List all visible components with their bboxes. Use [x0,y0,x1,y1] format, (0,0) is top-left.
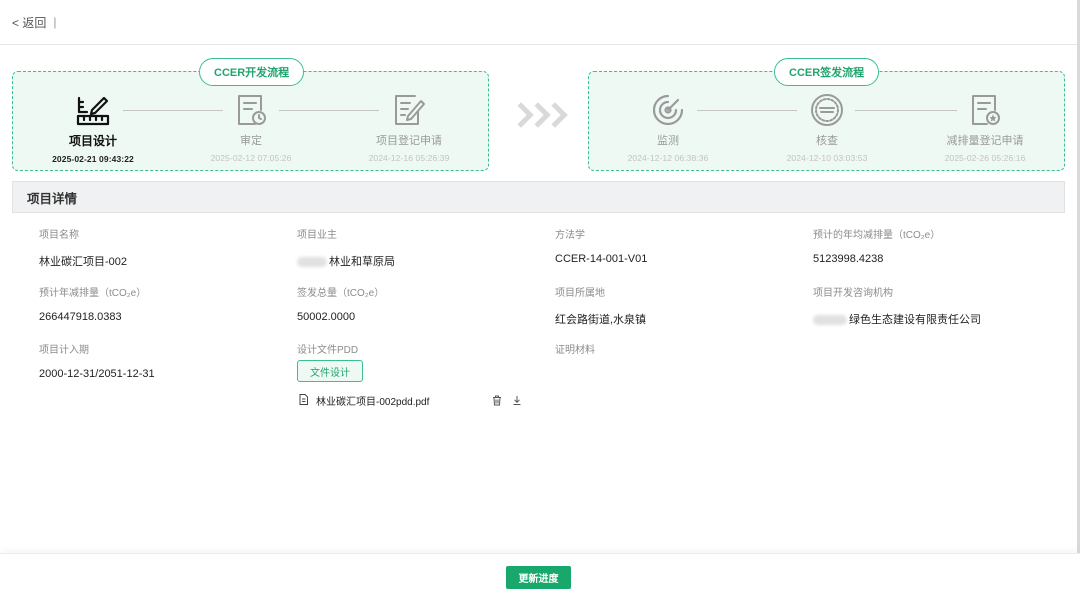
step-name: 核查 [816,135,838,147]
field-pdd: 设计文件PDD [297,341,358,356]
step-name: 项目设计 [68,134,117,148]
dev-flow-title: CCER开发流程 [199,58,305,86]
step-time: 2024-12-16 05:26:39 [368,153,450,163]
step-name: 项目登记申请 [376,135,442,147]
step-name: 减排量登记申请 [946,135,1024,147]
header-separator: | [53,15,57,29]
section-title: 项目详情 [12,181,1065,213]
issue-flow-title: CCER签发流程 [774,58,880,86]
field-consultant: 项目开发咨询机构 绿色生态建设有限责任公司 [813,284,981,327]
ccer-dev-flow: CCER开发流程 项目设计 2025-02-21 09:43:22 审定 202… [12,58,489,171]
field-location: 项目所属地 红会路街道,水泉镇 [555,284,646,327]
download-icon[interactable] [512,393,522,411]
document-edit-icon [391,92,427,128]
step-reduction-registration[interactable]: 减排量登记申请 2025-02-26 05:26:16 [920,92,1050,163]
field-value-wrap: 林业和草原局 [297,253,395,269]
field-value: CCER-14-001-V01 [555,253,648,265]
step-registration[interactable]: 项目登记申请 2024-12-16 05:26:39 [344,92,474,163]
step-validation[interactable]: 审定 2025-02-12 07:05:26 [186,92,316,163]
field-value: 2000-12-31/2051-12-31 [39,368,155,380]
field-value: 红会路街道,水泉镇 [555,314,647,326]
update-progress-button[interactable]: 更新进度 [506,566,571,589]
step-time: 2025-02-26 05:26:16 [944,153,1026,163]
top-bar: < 返回 | [0,0,1080,45]
field-label: 设计文件PDD [297,345,359,356]
ccer-issue-flow: CCER签发流程 监测 2024-12-12 06:38:36 核查 2024-… [588,58,1065,171]
field-value: 绿色生态建设有限责任公司 [849,314,981,326]
field-label: 方法学 [555,230,585,241]
field-label: 项目名称 [39,230,79,241]
field-label: 预计的年均减排量（tCO₂e） [813,230,941,241]
field-project-name: 项目名称 林业碳汇项目-002 [39,226,127,269]
field-project-owner: 项目业主 林业和草原局 [297,226,395,269]
field-value: 林业碳汇项目-002 [39,256,128,268]
field-value-wrap: 绿色生态建设有限责任公司 [813,311,981,327]
redacted-text [297,257,327,268]
field-value: 50002.0000 [297,311,356,323]
step-name: 监测 [657,135,679,147]
field-label: 证明材料 [555,345,595,356]
back-button[interactable]: < 返回 | [12,14,56,31]
file-actions [492,393,522,411]
monitor-target-icon [650,92,686,128]
flow-arrows-icon [508,102,568,128]
field-label: 签发总量（tCO₂e） [297,288,385,299]
field-methodology: 方法学 CCER-14-001-V01 [555,226,647,265]
field-value: 266447918.0383 [39,311,122,323]
field-label: 项目业主 [297,230,337,241]
document-design-button[interactable]: 文件设计 [297,360,363,382]
step-time: 2025-02-21 09:43:22 [52,154,134,164]
file-name[interactable]: 林业碳汇项目-002pdd.pdf [316,393,429,408]
field-label: 项目计入期 [39,345,89,356]
field-annual-reduction: 预计的年均减排量（tCO₂e） 5123998.4238 [813,226,940,265]
field-period: 项目计入期 2000-12-31/2051-12-31 [39,341,155,380]
step-time: 2024-12-12 06:38:36 [627,153,709,163]
step-time: 2025-02-12 07:05:26 [210,153,292,163]
step-verification[interactable]: 核查 2024-12-10 03:03:53 [762,92,892,163]
step-time: 2024-12-10 03:03:53 [786,153,868,163]
field-label: 项目开发咨询机构 [813,288,893,299]
design-ruler-icon [75,92,111,128]
field-value: 林业和草原局 [329,256,395,268]
back-label: < 返回 [12,15,47,30]
file-icon [299,393,308,408]
field-proof: 证明材料 [555,341,595,356]
field-label: 预计年减排量（tCO₂e） [39,288,147,299]
document-star-icon [967,92,1003,128]
verify-seal-icon [809,92,845,128]
document-clock-icon [233,92,269,128]
field-total-reduction: 预计年减排量（tCO₂e） 266447918.0383 [39,284,146,323]
step-name: 审定 [240,135,262,147]
field-value: 5123998.4238 [813,253,884,265]
delete-icon[interactable] [492,393,502,411]
field-issued-total: 签发总量（tCO₂e） 50002.0000 [297,284,384,323]
field-label: 项目所属地 [555,288,605,299]
step-monitoring[interactable]: 监测 2024-12-12 06:38:36 [603,92,733,163]
step-project-design[interactable]: 项目设计 2025-02-21 09:43:22 [28,92,158,164]
pdd-file-item[interactable]: 林业碳汇项目-002pdd.pdf [299,393,429,408]
redacted-text [813,315,847,326]
